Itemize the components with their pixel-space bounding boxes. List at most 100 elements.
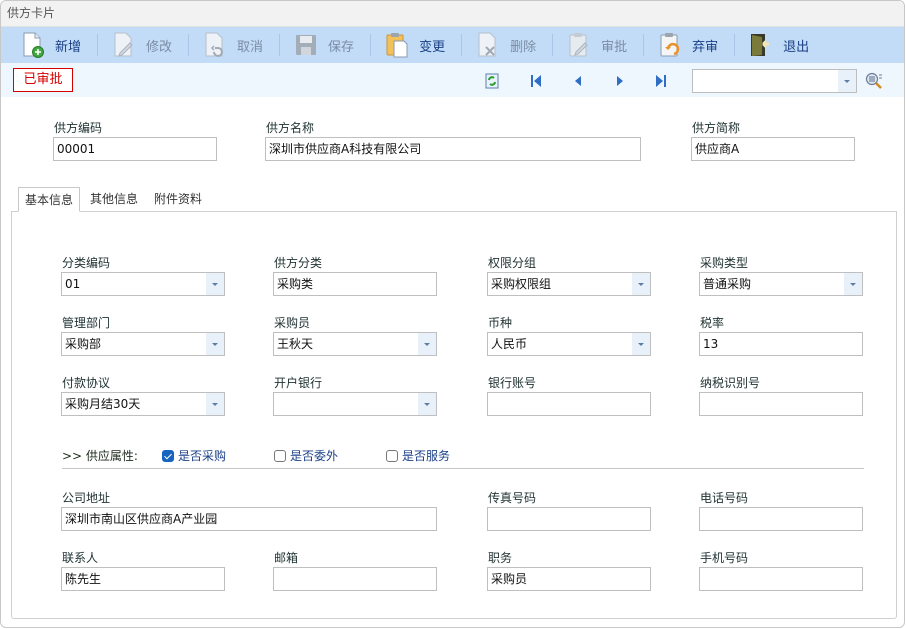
supplier-category-label: 供方分类	[274, 256, 323, 270]
approve-button[interactable]: 审批	[563, 29, 631, 61]
chevron-down-icon[interactable]	[844, 273, 862, 295]
permission-group-value: 采购权限组	[491, 277, 552, 291]
toolbar-separator	[97, 34, 99, 56]
refresh-icon[interactable]	[485, 73, 501, 89]
delete-button[interactable]: 删除	[472, 29, 540, 61]
mobile-field[interactable]	[699, 567, 863, 591]
chevron-down-icon[interactable]	[418, 393, 436, 415]
checkbox-unchecked-icon[interactable]	[386, 449, 398, 462]
chevron-down-icon[interactable]	[206, 393, 224, 415]
checkbox-unchecked-icon[interactable]	[274, 449, 286, 462]
toolbar-separator	[188, 34, 190, 56]
toolbar-separator	[461, 34, 463, 56]
tab-bar: 基本信息 其他信息 附件资料	[18, 187, 212, 212]
address-label: 公司地址	[62, 491, 111, 505]
checkbox-checked-icon[interactable]	[162, 449, 174, 462]
bank-account-label: 银行账号	[488, 376, 537, 390]
supplier-name-field[interactable]: 深圳市供应商A科技有限公司	[265, 137, 641, 161]
supplier-name-label: 供方名称	[266, 121, 315, 135]
window-title: 供方卡片	[1, 1, 904, 27]
email-field[interactable]	[273, 567, 437, 591]
new-button[interactable]: 新增	[17, 29, 85, 61]
clipboard-icon	[385, 32, 409, 58]
purchase-type-select[interactable]: 普通采购	[699, 272, 863, 296]
edit-button-label: 修改	[146, 39, 173, 55]
supplier-code-label: 供方编码	[54, 121, 103, 135]
supplier-short-name-label: 供方简称	[692, 121, 741, 135]
chevron-down-icon[interactable]	[838, 70, 856, 92]
chevron-down-icon[interactable]	[632, 273, 650, 295]
new-document-icon	[21, 32, 45, 58]
bank-account-field[interactable]	[487, 392, 651, 416]
category-code-label: 分类编码	[62, 256, 111, 270]
payment-terms-label: 付款协议	[62, 376, 111, 390]
cancel-button-label: 取消	[237, 39, 264, 55]
new-button-label: 新增	[55, 39, 82, 55]
toolbar-separator	[279, 34, 281, 56]
contact-person-label: 联系人	[62, 551, 99, 565]
payment-terms-select[interactable]: 采购月结30天	[61, 392, 225, 416]
chevron-down-icon[interactable]	[206, 273, 224, 295]
bank-select[interactable]	[273, 392, 437, 416]
is-service-label: 是否服务	[402, 449, 451, 463]
purchase-type-label: 采购类型	[700, 256, 749, 270]
position-label: 职务	[488, 551, 513, 565]
delete-button-label: 删除	[510, 39, 537, 55]
fax-field[interactable]	[487, 507, 651, 531]
previous-record-icon[interactable]	[571, 73, 587, 89]
change-button[interactable]: 变更	[381, 29, 449, 61]
is-service-checkbox[interactable]: 是否服务	[386, 447, 450, 464]
supplier-category-field[interactable]: 采购类	[273, 272, 437, 296]
last-record-icon[interactable]	[654, 73, 670, 89]
permission-group-select[interactable]: 采购权限组	[487, 272, 651, 296]
tab-other-info[interactable]: 其他信息	[84, 187, 144, 212]
permission-group-label: 权限分组	[488, 256, 537, 270]
record-search-combo[interactable]	[692, 69, 857, 93]
supplier-short-name-field[interactable]: 供应商A	[691, 137, 855, 161]
phone-label: 电话号码	[700, 491, 749, 505]
toolbar-separator	[552, 34, 554, 56]
department-select[interactable]: 采购部	[61, 332, 225, 356]
position-field[interactable]: 采购员	[487, 567, 651, 591]
category-code-value: 01	[65, 277, 81, 291]
tab-attachments[interactable]: 附件资料	[148, 187, 208, 212]
category-code-select[interactable]: 01	[61, 272, 225, 296]
save-button-label: 保存	[328, 39, 355, 55]
is-outsource-checkbox[interactable]: 是否委外	[274, 447, 386, 464]
first-record-icon[interactable]	[529, 73, 545, 89]
toolbar: 新增 修改 取消 保存 变更 删除 审批 弃审 退出	[1, 27, 904, 63]
unapprove-button[interactable]: 弃审	[654, 29, 722, 61]
exit-button[interactable]: 退出	[745, 29, 813, 61]
cancel-button[interactable]: 取消	[199, 29, 267, 61]
department-value: 采购部	[65, 337, 102, 351]
edit-button[interactable]: 修改	[108, 29, 176, 61]
supply-attributes: >> 供应属性: 是否采购 是否委外 是否服务	[62, 447, 450, 464]
contact-person-field[interactable]: 陈先生	[61, 567, 225, 591]
toolbar-separator	[734, 34, 736, 56]
tab-basic-info[interactable]: 基本信息	[18, 187, 81, 212]
supplier-card-window: 供方卡片 新增 修改 取消 保存 变更 删除 审批 弃审 退出 已审批 供方编码…	[0, 0, 905, 628]
undo-document-icon	[203, 32, 227, 58]
save-button[interactable]: 保存	[290, 29, 358, 61]
is-purchase-label: 是否采购	[178, 449, 227, 463]
tax-rate-label: 税率	[700, 316, 725, 330]
address-field[interactable]: 深圳市南山区供应商A产业园	[61, 507, 437, 531]
next-record-icon[interactable]	[613, 73, 629, 89]
search-icon[interactable]	[865, 72, 883, 90]
tax-rate-field[interactable]: 13	[699, 332, 863, 356]
chevron-down-icon[interactable]	[418, 333, 436, 355]
buyer-select[interactable]: 王秋天	[273, 332, 437, 356]
tax-id-field[interactable]	[699, 392, 863, 416]
is-purchase-checkbox[interactable]: 是否采购	[162, 447, 274, 464]
email-label: 邮箱	[274, 551, 299, 565]
save-disk-icon	[294, 32, 318, 58]
status-badge: 已审批	[13, 68, 73, 92]
chevron-down-icon[interactable]	[206, 333, 224, 355]
currency-select[interactable]: 人民币	[487, 332, 651, 356]
phone-field[interactable]	[699, 507, 863, 531]
fax-label: 传真号码	[488, 491, 537, 505]
chevron-down-icon[interactable]	[632, 333, 650, 355]
payment-terms-value: 采购月结30天	[65, 397, 141, 411]
supplier-code-field[interactable]: 00001	[53, 137, 217, 161]
exit-button-label: 退出	[783, 39, 810, 55]
